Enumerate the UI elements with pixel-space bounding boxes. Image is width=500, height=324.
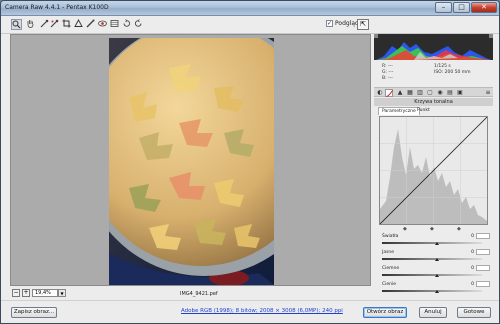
panel-title: Krzywa tonalna (374, 98, 493, 106)
footer-bar: Zapisz obraz... Adobe RGB (1998); 8 bitó… (1, 300, 499, 323)
slider-label: Ciemne (382, 266, 400, 271)
slider-value-box[interactable] (476, 265, 490, 271)
workflow-options-link[interactable]: Adobe RGB (1998); 8 bitów; 2008 × 3008 (… (181, 308, 343, 314)
fullscreen-toggle-icon[interactable]: ⇱ (357, 19, 369, 30)
slider-thumb[interactable] (435, 242, 439, 245)
rgb-readout: R: --- G: --- B: --- (382, 64, 393, 82)
curve-subtabs: Parametryczne Punkt (374, 107, 493, 115)
camera-settings: 1/125 s ISO: 200 50 mm (434, 64, 471, 76)
snapshots-tab-icon[interactable]: ▣ (456, 89, 464, 97)
slider-label: Jasne (382, 250, 395, 255)
photo-preview (109, 38, 274, 285)
slider-track[interactable] (382, 242, 482, 244)
b-label: B: (382, 76, 387, 81)
iso-lens-value: ISO: 200 50 mm (434, 70, 471, 75)
image-filename: IMG4_9421.pef (180, 291, 218, 297)
slider-value-box[interactable] (476, 233, 490, 239)
close-button[interactable]: ✕ (471, 2, 497, 13)
zoom-level-field[interactable]: 19,4% (32, 289, 58, 297)
g-label: G: (382, 70, 388, 75)
rotate-left-icon[interactable] (121, 19, 132, 30)
zoom-tool-icon[interactable] (11, 19, 22, 30)
slider-value: 0 (471, 266, 474, 271)
slider-value-box[interactable] (476, 249, 490, 255)
slider-thumb[interactable] (435, 274, 439, 277)
slider-thumb[interactable] (435, 258, 439, 261)
presets-tab-icon[interactable]: ▤ (446, 89, 454, 97)
title-bar: Camera Raw 4.4.1 - Pentax K100D – □ ✕ (1, 1, 499, 16)
b-value: --- (388, 76, 393, 81)
split-marker-1[interactable]: ◆ (403, 226, 407, 232)
panel-menu-icon[interactable]: ≡ (484, 89, 492, 97)
slider-value: 0 (471, 234, 474, 239)
region-split-markers: ◆ ◆ ◆ (379, 226, 488, 232)
minimize-button[interactable]: – (435, 2, 452, 13)
preview-label: Podgląd (335, 20, 359, 27)
slider-shadows[interactable]: Cienie 0 (382, 281, 490, 298)
camera-raw-window: Camera Raw 4.4.1 - Pentax K100D – □ ✕ ✓ … (0, 0, 500, 324)
retouch-tool-icon[interactable] (85, 19, 96, 30)
adjustment-panel: R: --- G: --- B: --- 1/125 s ISO: 200 50… (374, 34, 493, 300)
cancel-button[interactable]: Anuluj (419, 307, 447, 318)
canvas-status-bar: − + 19,4% ▼ IMG4_9421.pef (10, 286, 371, 300)
slider-value-box[interactable] (476, 281, 490, 287)
basic-tab-icon[interactable]: ◐ (376, 89, 384, 97)
rotate-right-icon[interactable] (133, 19, 144, 30)
save-image-button[interactable]: Zapisz obraz... (11, 307, 57, 318)
preview-toggle[interactable]: ✓ Podgląd (326, 20, 359, 27)
zoom-in-button[interactable]: + (22, 289, 30, 297)
slider-value: 0 (471, 282, 474, 287)
slider-label: Cienie (382, 282, 397, 287)
slider-lights[interactable]: Jasne 0 (382, 249, 490, 266)
crop-tool-icon[interactable] (61, 19, 72, 30)
histogram (374, 34, 493, 60)
r-value: --- (387, 64, 393, 69)
hand-tool-icon[interactable] (25, 19, 36, 30)
split-marker-2[interactable]: ◆ (430, 226, 434, 232)
pasta-photo (109, 38, 274, 285)
straighten-tool-icon[interactable] (73, 19, 84, 30)
preferences-icon[interactable] (109, 19, 120, 30)
panel-tabs: ◐ ▲ ▦ ▥ ▢ ◉ ▤ ▣ ≡ (374, 87, 493, 97)
detail-tab-icon[interactable]: ▲ (396, 89, 404, 97)
maximize-button[interactable]: □ (453, 2, 470, 13)
color-sampler-tool-icon[interactable] (49, 19, 60, 30)
red-eye-tool-icon[interactable] (97, 19, 108, 30)
tone-curve-graph[interactable] (379, 116, 488, 225)
image-canvas[interactable] (10, 34, 371, 286)
zoom-out-button[interactable]: − (12, 289, 20, 297)
preview-checkbox[interactable]: ✓ (326, 20, 333, 27)
slider-label: Światła (382, 234, 399, 239)
slider-highlights[interactable]: Światła 0 (382, 233, 490, 250)
slider-track[interactable] (382, 274, 482, 276)
zoom-dropdown-icon[interactable]: ▼ (58, 289, 66, 297)
hsl-tab-icon[interactable]: ▦ (406, 89, 414, 97)
g-value: --- (388, 70, 394, 75)
window-title: Camera Raw 4.4.1 - Pentax K100D (5, 4, 109, 11)
split-toning-tab-icon[interactable]: ▥ (416, 89, 424, 97)
open-image-button[interactable]: Otwórz obraz (363, 307, 407, 318)
done-button[interactable]: Gotowe (457, 307, 491, 318)
toolbar: ✓ Podgląd ⇱ (1, 16, 499, 34)
slider-track[interactable] (382, 290, 482, 292)
slider-darks[interactable]: Ciemne 0 (382, 265, 490, 282)
slider-value: 0 (471, 250, 474, 255)
slider-track[interactable] (382, 258, 482, 260)
r-label: R: (382, 64, 387, 69)
slider-thumb[interactable] (435, 290, 439, 293)
tab-point[interactable]: Punkt (414, 107, 433, 115)
split-marker-3[interactable]: ◆ (457, 226, 461, 232)
pixel-info: R: --- G: --- B: --- 1/125 s ISO: 200 50… (374, 62, 493, 84)
lens-corrections-tab-icon[interactable]: ▢ (426, 89, 434, 97)
camera-calibration-tab-icon[interactable]: ◉ (436, 89, 444, 97)
tone-curve-tab-icon[interactable] (385, 89, 393, 97)
